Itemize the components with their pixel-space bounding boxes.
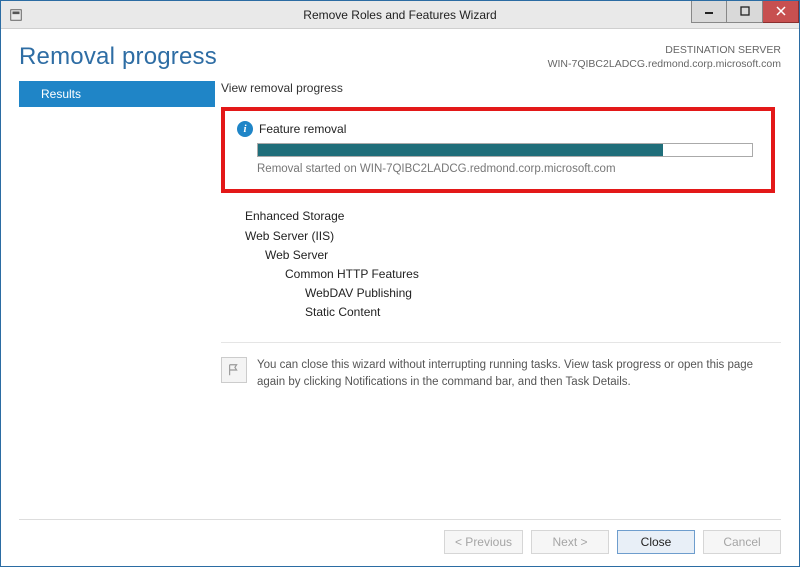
app-icon	[7, 6, 25, 24]
tree-item: Web Server (IIS)	[245, 227, 781, 246]
footer-buttons: < Previous Next > Close Cancel	[19, 519, 781, 554]
main-panel: View removal progress i Feature removal …	[215, 81, 781, 491]
wizard-window: Remove Roles and Features Wizard Removal…	[0, 0, 800, 567]
titlebar: Remove Roles and Features Wizard	[1, 1, 799, 29]
progress-bar	[257, 143, 753, 157]
sidebar-step-results[interactable]: Results	[19, 81, 215, 107]
page-title: Removal progress	[19, 43, 217, 71]
feature-tree: Enhanced Storage Web Server (IIS) Web Se…	[245, 207, 781, 322]
destination-server: DESTINATION SERVER WIN-7QIBC2LADCG.redmo…	[548, 43, 781, 71]
wizard-sidebar: Results	[19, 81, 215, 491]
next-button: Next >	[531, 530, 609, 554]
destination-value: WIN-7QIBC2LADCG.redmond.corp.microsoft.c…	[548, 57, 781, 71]
hint-box: You can close this wizard without interr…	[221, 342, 781, 390]
progress-panel: i Feature removal Removal started on WIN…	[221, 107, 775, 193]
previous-button: < Previous	[444, 530, 523, 554]
tree-item: Common HTTP Features	[245, 265, 781, 284]
tree-item: Enhanced Storage	[245, 207, 781, 226]
info-icon: i	[237, 121, 253, 137]
client-area: Removal progress DESTINATION SERVER WIN-…	[1, 29, 799, 566]
window-title: Remove Roles and Features Wizard	[1, 8, 799, 22]
window-controls	[691, 1, 799, 23]
tree-item: Static Content	[245, 303, 781, 322]
tree-item: WebDAV Publishing	[245, 284, 781, 303]
header-row: Removal progress DESTINATION SERVER WIN-…	[19, 43, 781, 71]
hint-text: You can close this wizard without interr…	[257, 357, 781, 390]
flag-icon	[221, 357, 247, 383]
body: Results View removal progress i Feature …	[19, 81, 781, 491]
feature-removal-title: Feature removal	[259, 122, 346, 136]
progress-status: Removal started on WIN-7QIBC2LADCG.redmo…	[257, 163, 753, 175]
window-close-button[interactable]	[763, 1, 799, 23]
minimize-button[interactable]	[691, 1, 727, 23]
close-button[interactable]: Close	[617, 530, 695, 554]
tree-item: Web Server	[245, 246, 781, 265]
cancel-button: Cancel	[703, 530, 781, 554]
progress-fill	[258, 144, 663, 156]
section-label: View removal progress	[221, 81, 781, 95]
destination-label: DESTINATION SERVER	[548, 43, 781, 57]
maximize-button[interactable]	[727, 1, 763, 23]
